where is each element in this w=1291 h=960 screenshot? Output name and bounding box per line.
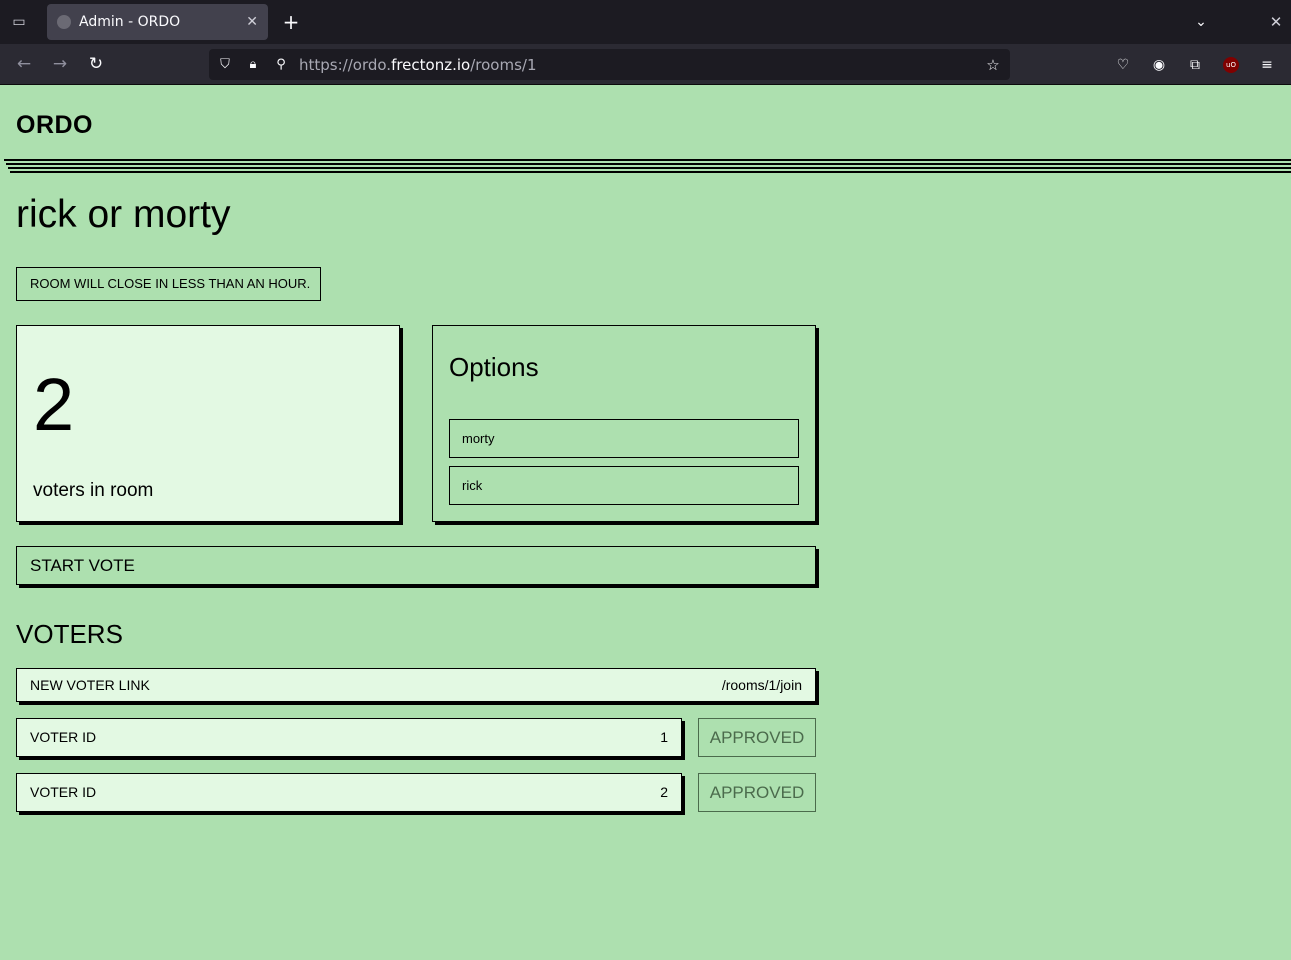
voter-id-value: 1: [660, 729, 668, 745]
new-voter-link[interactable]: NEW VOTER LINK /rooms/1/join: [16, 668, 816, 702]
tab-favicon-icon: [57, 15, 71, 29]
room-close-notice: ROOM WILL CLOSE IN LESS THAN AN HOUR.: [16, 267, 321, 301]
divider: [6, 163, 1291, 165]
forward-icon[interactable]: →: [48, 52, 72, 76]
menu-icon[interactable]: ≡: [1256, 54, 1278, 76]
bookmark-star-icon[interactable]: ☆: [983, 55, 1003, 75]
divider: [10, 171, 1291, 173]
window-close-icon[interactable]: ✕: [1265, 10, 1287, 34]
browser-tab[interactable]: Admin - ORDO ✕: [47, 4, 268, 40]
lock-icon[interactable]: 🔒︎: [243, 55, 263, 75]
voter-row: VOTER ID 2: [16, 773, 682, 812]
brand-logo[interactable]: ORDO: [16, 111, 93, 140]
browser-nav-bar: ← → ↻ ⛉ 🔒︎ ⚲ https://ordo.frectonz.io/ro…: [0, 44, 1291, 85]
divider: [8, 167, 1291, 169]
new-voter-link-url[interactable]: /rooms/1/join: [722, 669, 802, 701]
page-title: rick or morty: [16, 193, 231, 236]
account-icon[interactable]: ◉: [1148, 54, 1170, 76]
url-text[interactable]: https://ordo.frectonz.io/rooms/1: [299, 56, 537, 74]
options-card: Options morty rick: [432, 325, 816, 522]
option-item: rick: [449, 466, 799, 505]
voter-id-label: VOTER ID: [30, 729, 97, 745]
voter-row: VOTER ID 1: [16, 718, 682, 757]
reload-icon[interactable]: ↻: [84, 52, 108, 76]
voter-count-card: 2 voters in room: [16, 325, 400, 522]
voter-id-value: 2: [660, 784, 668, 800]
pocket-icon[interactable]: ♡: [1112, 54, 1134, 76]
page: ORDO rick or morty ROOM WILL CLOSE IN LE…: [0, 85, 1291, 960]
new-voter-link-label: NEW VOTER LINK: [30, 677, 150, 693]
browser-tab-bar: ▭ Admin - ORDO ✕ + ⌄ ✕: [0, 0, 1291, 44]
approved-button[interactable]: APPROVED: [698, 718, 816, 757]
tab-list-icon[interactable]: ▭: [8, 11, 30, 33]
chevron-down-icon[interactable]: ⌄: [1190, 10, 1212, 34]
new-tab-icon[interactable]: +: [279, 10, 303, 34]
ublock-icon[interactable]: uO: [1223, 57, 1239, 73]
divider: [4, 159, 1291, 161]
voters-heading: VOTERS: [16, 619, 123, 649]
extensions-icon[interactable]: ⧉: [1184, 54, 1206, 76]
option-item: morty: [449, 419, 799, 458]
options-title: Options: [449, 352, 539, 382]
voter-id-label: VOTER ID: [30, 784, 97, 800]
voter-count: 2: [33, 363, 75, 446]
tab-close-icon[interactable]: ✕: [246, 14, 258, 30]
permissions-icon[interactable]: ⚲: [271, 55, 291, 75]
voter-count-label: voters in room: [33, 480, 154, 501]
shield-icon[interactable]: ⛉: [215, 55, 235, 75]
approved-button[interactable]: APPROVED: [698, 773, 816, 812]
start-vote-button[interactable]: START VOTE: [16, 546, 816, 585]
tab-title: Admin - ORDO: [79, 14, 181, 30]
back-icon[interactable]: ←: [12, 52, 36, 76]
url-bar[interactable]: ⛉ 🔒︎ ⚲ https://ordo.frectonz.io/rooms/1 …: [209, 49, 1010, 80]
